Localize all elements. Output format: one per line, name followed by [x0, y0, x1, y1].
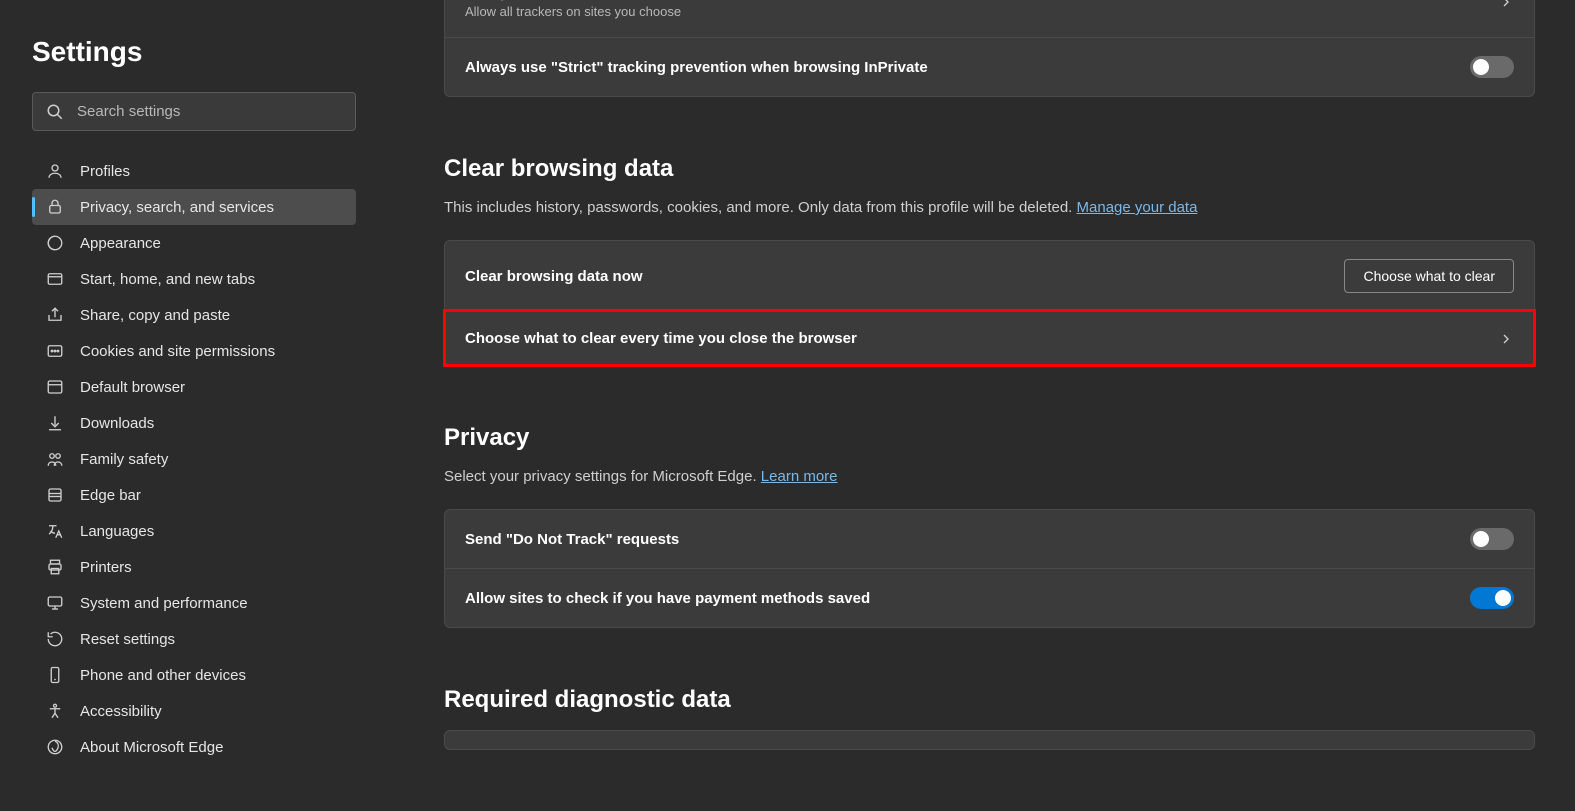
chevron-right-icon: [1498, 331, 1514, 347]
sidebar-item-reset-settings[interactable]: Reset settings: [32, 621, 356, 657]
sidebar-item-label: Reset settings: [80, 631, 175, 648]
exceptions-row[interactable]: Exceptions Allow all trackers on sites y…: [445, 0, 1534, 37]
strict-tracking-label: Always use "Strict" tracking prevention …: [465, 59, 928, 76]
diagnostic-title: Required diagnostic data: [444, 686, 1535, 714]
sidebar-item-about-microsoft-edge[interactable]: About Microsoft Edge: [32, 729, 356, 765]
profile-icon: [46, 162, 64, 180]
share-icon: [46, 306, 64, 324]
search-input[interactable]: [32, 92, 356, 131]
sidebar-item-printers[interactable]: Printers: [32, 549, 356, 585]
sidebar-nav: Profiles Privacy, search, and services App…: [32, 153, 356, 765]
clear-data-title: Clear browsing data: [444, 155, 1535, 183]
sidebar-item-label: Languages: [80, 523, 154, 540]
browser-icon: [46, 378, 64, 396]
sidebar-item-accessibility[interactable]: Accessibility: [32, 693, 356, 729]
dnt-toggle[interactable]: [1470, 528, 1514, 550]
sidebar-item-label: Downloads: [80, 415, 154, 432]
diagnostic-card: [444, 730, 1535, 750]
sidebar-item-label: Phone and other devices: [80, 667, 246, 684]
settings-sidebar: Settings Profiles Privacy, search, and se…: [0, 0, 388, 811]
payment-row: Allow sites to check if you have payment…: [445, 568, 1534, 627]
sidebar-item-downloads[interactable]: Downloads: [32, 405, 356, 441]
dnt-row: Send "Do Not Track" requests: [445, 510, 1534, 568]
tracking-card: Exceptions Allow all trackers on sites y…: [444, 0, 1535, 97]
accessibility-icon: [46, 702, 64, 720]
phone-icon: [46, 666, 64, 684]
chevron-right-icon: [1498, 0, 1514, 10]
search-container: [32, 92, 356, 131]
sidebar-item-phone-and-other-devices[interactable]: Phone and other devices: [32, 657, 356, 693]
privacy-card: Send "Do Not Track" requests Allow sites…: [444, 509, 1535, 628]
sidebar-item-label: Default browser: [80, 379, 185, 396]
sidebar-item-label: Appearance: [80, 235, 161, 252]
edgebar-icon: [46, 486, 64, 504]
clear-data-card: Clear browsing data now Choose what to c…: [444, 240, 1535, 366]
sidebar-item-label: Edge bar: [80, 487, 141, 504]
strict-tracking-toggle[interactable]: [1470, 56, 1514, 78]
settings-content: Exceptions Allow all trackers on sites y…: [388, 0, 1575, 811]
tabs-icon: [46, 270, 64, 288]
system-icon: [46, 594, 64, 612]
payment-label: Allow sites to check if you have payment…: [465, 590, 870, 607]
sidebar-item-label: System and performance: [80, 595, 248, 612]
sidebar-item-label: Printers: [80, 559, 132, 576]
dnt-label: Send "Do Not Track" requests: [465, 531, 679, 548]
clear-data-desc-text: This includes history, passwords, cookie…: [444, 199, 1077, 216]
sidebar-item-edge-bar[interactable]: Edge bar: [32, 477, 356, 513]
sidebar-item-appearance[interactable]: Appearance: [32, 225, 356, 261]
download-icon: [46, 414, 64, 432]
family-icon: [46, 450, 64, 468]
appearance-icon: [46, 234, 64, 252]
sidebar-item-languages[interactable]: Languages: [32, 513, 356, 549]
language-icon: [46, 522, 64, 540]
sidebar-item-label: Family safety: [80, 451, 168, 468]
choose-what-to-clear-button[interactable]: Choose what to clear: [1344, 259, 1514, 293]
sidebar-item-cookies-and-site-permissions[interactable]: Cookies and site permissions: [32, 333, 356, 369]
sidebar-item-label: Start, home, and new tabs: [80, 271, 255, 288]
clear-on-close-row[interactable]: Choose what to clear every time you clos…: [445, 311, 1534, 365]
lock-icon: [46, 198, 64, 216]
reset-icon: [46, 630, 64, 648]
sidebar-item-start-home-and-new-tabs[interactable]: Start, home, and new tabs: [32, 261, 356, 297]
clear-now-label: Clear browsing data now: [465, 268, 643, 285]
sidebar-item-label: Privacy, search, and services: [80, 199, 274, 216]
sidebar-item-label: About Microsoft Edge: [80, 739, 223, 756]
sidebar-item-default-browser[interactable]: Default browser: [32, 369, 356, 405]
printer-icon: [46, 558, 64, 576]
sidebar-item-privacy-search-and-services[interactable]: Privacy, search, and services: [32, 189, 356, 225]
exceptions-subtitle: Allow all trackers on sites you choose: [465, 4, 681, 19]
sidebar-item-label: Profiles: [80, 163, 130, 180]
page-title: Settings: [32, 36, 356, 68]
payment-toggle[interactable]: [1470, 587, 1514, 609]
privacy-desc-text: Select your privacy settings for Microso…: [444, 468, 761, 485]
search-icon: [46, 103, 64, 121]
sidebar-item-system-and-performance[interactable]: System and performance: [32, 585, 356, 621]
sidebar-item-label: Cookies and site permissions: [80, 343, 275, 360]
exceptions-title: Exceptions: [465, 0, 681, 2]
clear-now-row: Clear browsing data now Choose what to c…: [445, 241, 1534, 311]
privacy-learn-more-link[interactable]: Learn more: [761, 468, 838, 485]
sidebar-item-share-copy-and-paste[interactable]: Share, copy and paste: [32, 297, 356, 333]
sidebar-item-label: Accessibility: [80, 703, 162, 720]
strict-tracking-row: Always use "Strict" tracking prevention …: [445, 37, 1534, 96]
clear-on-close-label: Choose what to clear every time you clos…: [465, 330, 857, 347]
privacy-desc: Select your privacy settings for Microso…: [444, 468, 1535, 485]
sidebar-item-family-safety[interactable]: Family safety: [32, 441, 356, 477]
clear-data-desc: This includes history, passwords, cookie…: [444, 199, 1535, 216]
sidebar-item-profiles[interactable]: Profiles: [32, 153, 356, 189]
about-icon: [46, 738, 64, 756]
cookies-icon: [46, 342, 64, 360]
privacy-title: Privacy: [444, 424, 1535, 452]
manage-data-link[interactable]: Manage your data: [1077, 199, 1198, 216]
sidebar-item-label: Share, copy and paste: [80, 307, 230, 324]
